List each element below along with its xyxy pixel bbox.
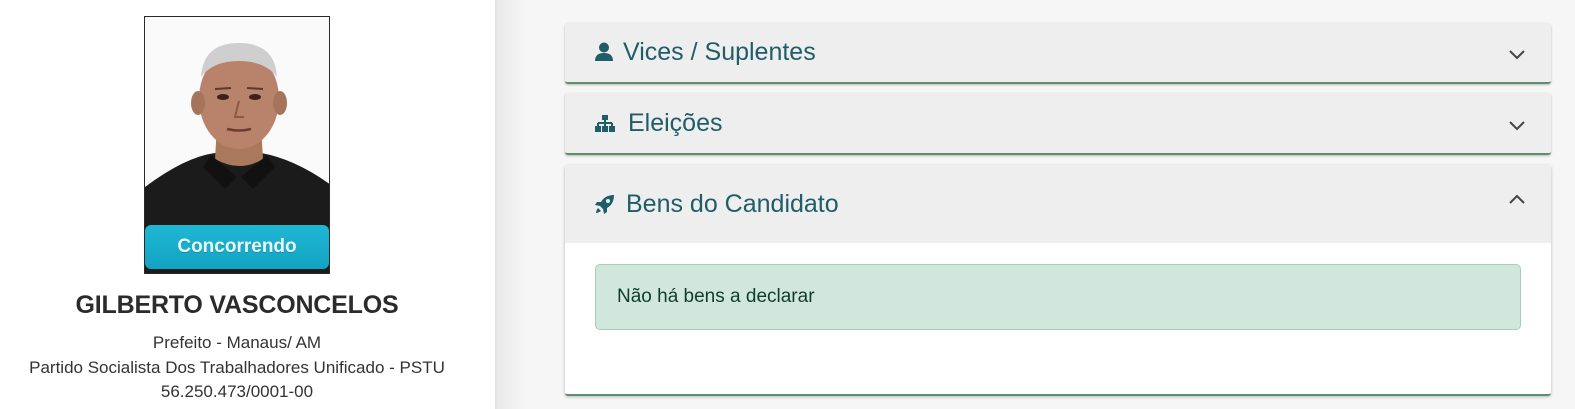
candidate-photo: Concorrendo xyxy=(144,16,330,274)
candidate-profile-panel: Concorrendo GILBERTO VASCONCELOS Prefeit… xyxy=(0,0,495,409)
user-icon xyxy=(595,42,613,61)
accordion-header[interactable]: Bens do Candidato xyxy=(565,165,1551,243)
chevron-down-icon[interactable] xyxy=(1509,50,1525,60)
candidate-office: Prefeito - Manaus/ AM xyxy=(152,333,322,352)
panel-divider xyxy=(495,0,525,409)
accordion-bens-do-candidato: Bens do Candidato Não há bens a declarar xyxy=(565,165,1551,396)
candidate-cnpj: 56.250.473/0001-00 xyxy=(160,382,314,401)
accordion-title: Eleições xyxy=(628,108,723,137)
sitemap-icon xyxy=(595,115,615,132)
candidate-party: Partido Socialista Dos Trabalhadores Uni… xyxy=(29,358,445,377)
accordion-vices-suplentes[interactable]: Vices / Suplentes xyxy=(565,23,1551,84)
rocket-icon xyxy=(595,195,614,214)
accordion-title: Bens do Candidato xyxy=(626,189,839,218)
no-assets-alert: Não há bens a declarar xyxy=(595,264,1521,330)
chevron-up-icon[interactable] xyxy=(1509,194,1525,204)
chevron-down-icon[interactable] xyxy=(1509,121,1525,131)
accordion-eleicoes[interactable]: Eleições xyxy=(565,93,1551,155)
accordion-title: Vices / Suplentes xyxy=(623,38,816,66)
candidate-name: GILBERTO VASCONCELOS xyxy=(75,291,399,319)
status-badge: Concorrendo xyxy=(145,225,329,269)
